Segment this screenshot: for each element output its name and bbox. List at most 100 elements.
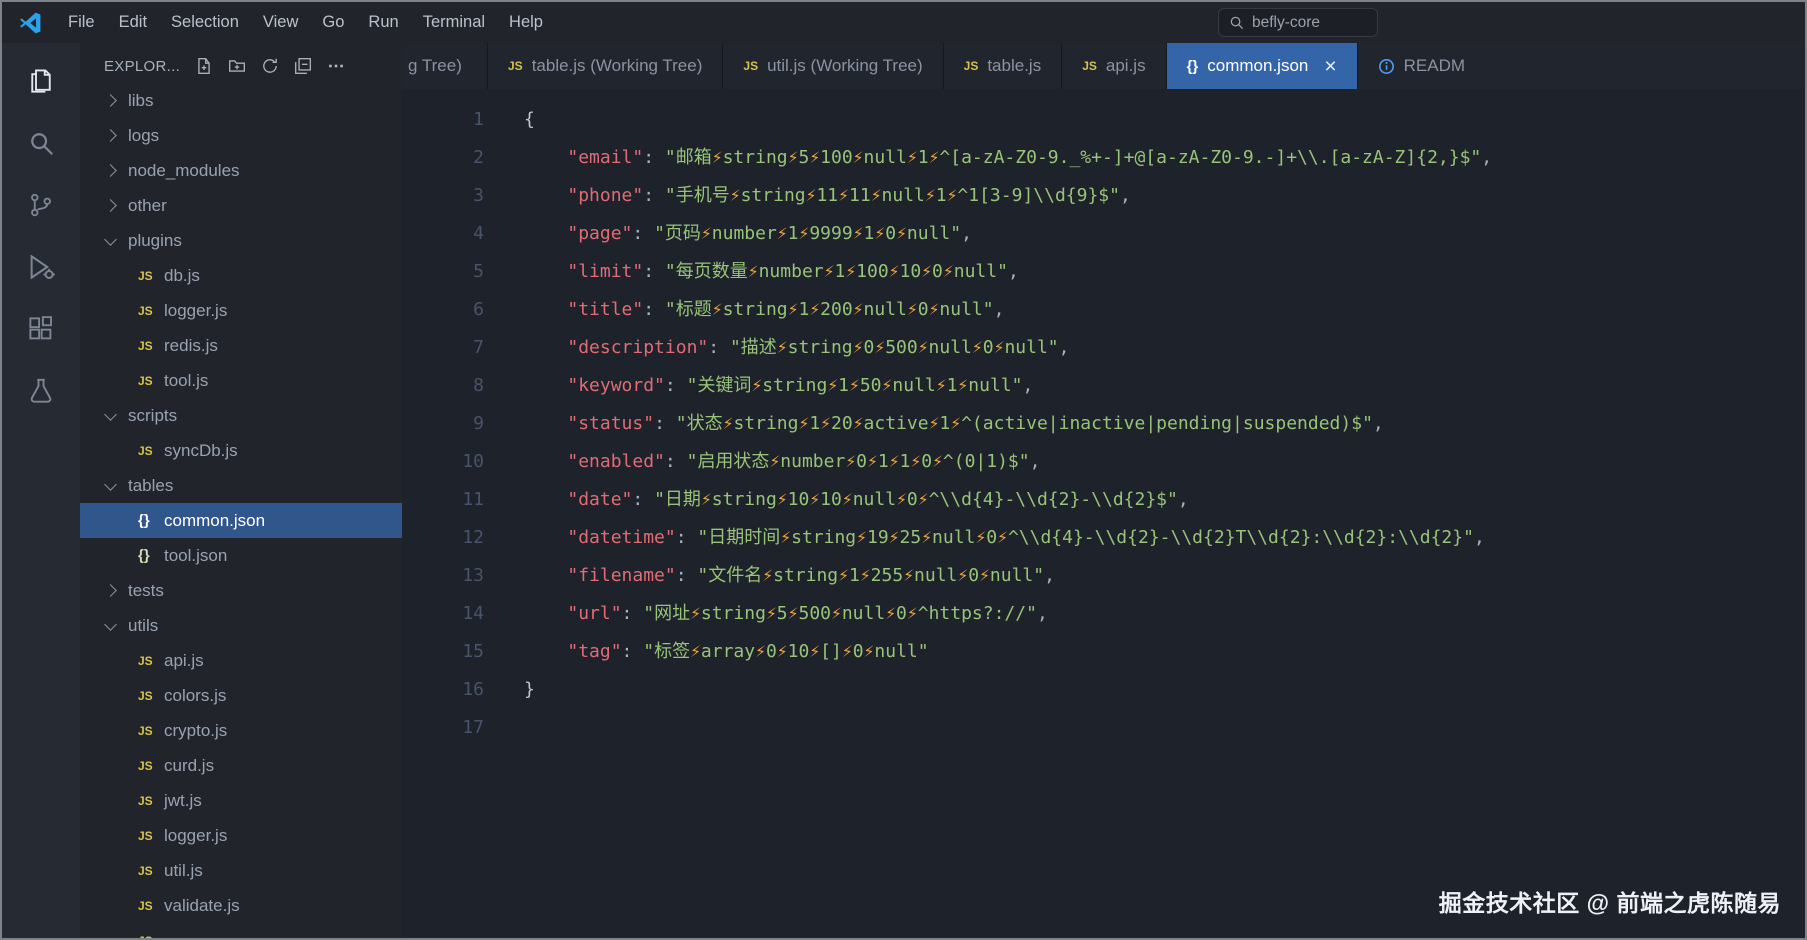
js-file-icon: JS: [138, 828, 153, 843]
code-text: "tag": "标签⚡array⚡0⚡10⚡[]⚡0⚡null": [567, 641, 929, 662]
tree-item-db.js[interactable]: JS db.js: [80, 258, 402, 293]
tree-item-plugins[interactable]: plugins: [80, 223, 402, 258]
file-label: db.js: [164, 265, 200, 285]
collapse-all-icon[interactable]: [294, 57, 312, 75]
code-text: "status": "状态⚡string⚡1⚡20⚡active⚡1⚡^(act…: [567, 413, 1384, 434]
js-file-icon: JS: [138, 373, 153, 388]
tree-item-colors.js[interactable]: JS colors.js: [80, 678, 402, 713]
menu-help[interactable]: Help: [497, 8, 555, 37]
line-number: 2: [473, 147, 484, 168]
title-bar: File Edit Selection View Go Run Terminal Help b…: [2, 2, 1805, 43]
code-line: 10 "enabled": "启用状态⚡number⚡0⚡1⚡1⚡0⚡^(0|1…: [402, 443, 1805, 481]
code-line: 1{: [402, 101, 1805, 139]
tab-label: api.js: [1105, 56, 1146, 75]
code-line: 7 "description": "描述⚡string⚡0⚡500⚡null⚡0…: [402, 329, 1805, 367]
code-text: "keyword": "关键词⚡string⚡1⚡50⚡null⚡1⚡null"…: [567, 375, 1034, 396]
tree-item-logger.js[interactable]: JS logger.js: [80, 293, 402, 328]
tab-api.js[interactable]: JS api.js: [1062, 43, 1167, 89]
watermark: 掘金技术社区 @ 前端之虎陈随易: [1438, 890, 1781, 916]
chevron-right-icon: [104, 584, 117, 597]
refresh-icon[interactable]: [261, 57, 279, 75]
js-file-icon: JS: [138, 898, 153, 913]
tree-item-syncdb.js[interactable]: JS syncDb.js: [80, 433, 402, 468]
file-label: util.js: [164, 860, 203, 880]
tab-table.js-working-tree-[interactable]: JS table.js (Working Tree): [488, 43, 724, 89]
tree-item-redis.js[interactable]: JS redis.js: [80, 328, 402, 363]
tab-common.json[interactable]: {} common.json ×: [1166, 43, 1358, 89]
tree-item-other[interactable]: other: [80, 188, 402, 223]
tree-item-logs[interactable]: logs: [80, 118, 402, 153]
chevron-down-icon: [104, 617, 117, 631]
file-label: jwt.js: [164, 790, 202, 810]
file-label: tool.js: [164, 370, 209, 390]
tree-item-tool.json[interactable]: {} tool.json: [80, 538, 402, 573]
json-file-icon: {}: [138, 512, 150, 529]
vscode-logo-icon: [16, 9, 44, 37]
testing-icon[interactable]: [17, 367, 65, 415]
file-label: tests: [128, 580, 164, 600]
tab-label: g Tree): [408, 56, 462, 75]
line-number: 1: [473, 109, 484, 130]
line-number: 16: [462, 679, 484, 700]
code-line: 4 "page": "页码⚡number⚡1⚡9999⚡1⚡0⚡null",: [402, 215, 1805, 253]
menu-terminal[interactable]: Terminal: [411, 8, 497, 37]
tree-item-tool.js[interactable]: JS tool.js: [80, 363, 402, 398]
line-number: 6: [473, 299, 484, 320]
tree-item-partial[interactable]: JS: [80, 923, 402, 939]
tab-readm[interactable]: READM: [1357, 43, 1805, 89]
tree-item-node-modules[interactable]: node_modules: [80, 153, 402, 188]
more-icon[interactable]: [327, 57, 345, 75]
tree-item-validate.js[interactable]: JS validate.js: [80, 888, 402, 923]
code-text: "title": "标题⚡string⚡1⚡200⚡null⚡0⚡null",: [567, 299, 1005, 320]
js-file-icon: JS: [138, 268, 153, 283]
tree-item-logger.js[interactable]: JS logger.js: [80, 818, 402, 853]
search-icon[interactable]: [17, 119, 65, 167]
tree-item-scripts[interactable]: scripts: [80, 398, 402, 433]
extensions-icon[interactable]: [17, 305, 65, 353]
run-debug-icon[interactable]: [17, 243, 65, 291]
tree-item-jwt.js[interactable]: JS jwt.js: [80, 783, 402, 818]
menu-edit[interactable]: Edit: [107, 8, 159, 37]
new-folder-icon[interactable]: [228, 57, 246, 75]
line-number: 7: [473, 337, 484, 358]
tree-item-curd.js[interactable]: JS curd.js: [80, 748, 402, 783]
chevron-down-icon: [104, 477, 117, 491]
menu-run[interactable]: Run: [356, 8, 410, 37]
code-lines: 1{2 "email": "邮箱⚡string⚡5⚡100⚡null⚡1⚡^[a…: [402, 101, 1805, 747]
menu-view[interactable]: View: [251, 8, 310, 37]
file-label: validate.js: [164, 895, 240, 915]
json-file-icon: {}: [138, 547, 150, 564]
menu-selection[interactable]: Selection: [159, 8, 251, 37]
tab-table.js[interactable]: JS table.js: [943, 43, 1063, 89]
file-label: redis.js: [164, 335, 218, 355]
line-number: 14: [462, 603, 484, 624]
editor[interactable]: 1{2 "email": "邮箱⚡string⚡5⚡100⚡null⚡1⚡^[a…: [402, 89, 1805, 938]
tree-item-tables[interactable]: tables: [80, 468, 402, 503]
code-text: "datetime": "日期时间⚡string⚡19⚡25⚡null⚡0⚡^\…: [567, 527, 1485, 548]
file-label: logger.js: [164, 300, 228, 320]
close-icon[interactable]: ×: [1324, 56, 1336, 77]
menu-bar: File Edit Selection View Go Run Terminal Help: [56, 8, 555, 37]
search-box[interactable]: befly-core: [1218, 8, 1378, 37]
activity-bar: [2, 43, 80, 938]
tree-item-util.js[interactable]: JS util.js: [80, 853, 402, 888]
js-file-icon: JS: [138, 688, 153, 703]
code-line: 8 "keyword": "关键词⚡string⚡1⚡50⚡null⚡1⚡nul…: [402, 367, 1805, 405]
new-file-icon[interactable]: [195, 57, 213, 75]
tree-item-common.json[interactable]: {} common.json: [80, 503, 402, 538]
tree-item-api.js[interactable]: JS api.js: [80, 643, 402, 678]
source-control-icon[interactable]: [17, 181, 65, 229]
explorer-actions: [195, 57, 345, 75]
code-text: "description": "描述⚡string⚡0⚡500⚡null⚡0⚡n…: [567, 337, 1070, 358]
js-file-icon: JS: [138, 443, 153, 458]
menu-go[interactable]: Go: [310, 8, 356, 37]
js-file-icon: JS: [138, 338, 153, 353]
menu-file[interactable]: File: [56, 8, 107, 37]
tab-g-tree-[interactable]: g Tree): [402, 43, 488, 89]
explorer-icon[interactable]: [17, 57, 65, 105]
explorer-header: EXPLOR...: [80, 43, 402, 89]
tree-item-utils[interactable]: utils: [80, 608, 402, 643]
tree-item-tests[interactable]: tests: [80, 573, 402, 608]
tree-item-crypto.js[interactable]: JS crypto.js: [80, 713, 402, 748]
tab-util.js-working-tree-[interactable]: JS util.js (Working Tree): [723, 43, 944, 89]
